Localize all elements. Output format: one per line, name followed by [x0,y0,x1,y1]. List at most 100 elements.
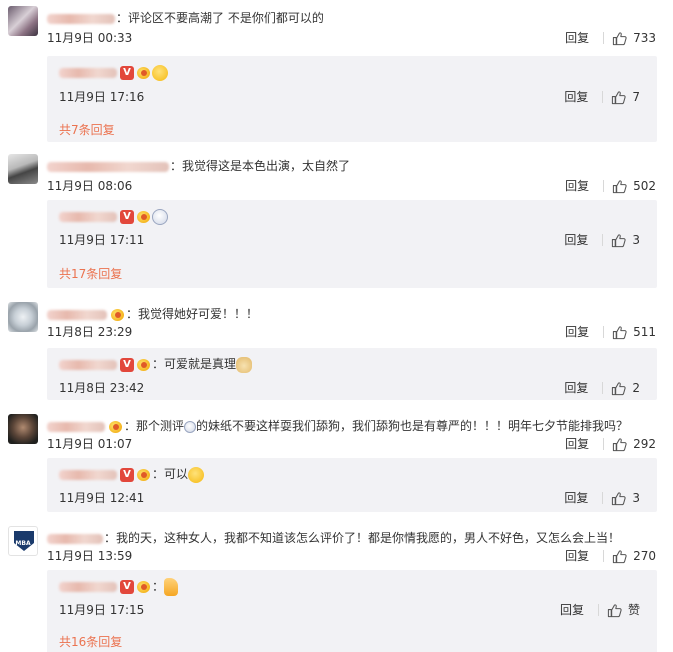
like-button[interactable]: 292 [612,436,656,452]
reply-button[interactable]: 回复 [564,490,588,506]
avatar[interactable] [8,6,38,36]
panda-emoji-icon [152,208,168,225]
thumbs-up-icon [612,437,627,452]
verified-v-icon: V [120,467,134,482]
comment-actions: 回复 292 [565,436,656,452]
reply-button[interactable]: 回复 [565,436,589,452]
like-count: 7 [632,90,640,104]
divider [603,438,605,450]
more-replies-link[interactable]: 共17条回复 [59,266,122,282]
reply-text: ：可以 [152,467,189,481]
like-button[interactable]: 3 [611,232,640,248]
more-replies-link[interactable]: 共16条回复 [59,634,122,650]
divider [602,234,604,246]
like-button[interactable]: 502 [612,178,656,194]
username-blurred[interactable] [47,161,169,172]
reply-button[interactable]: 回复 [564,232,588,248]
divider [602,492,604,504]
username-blurred[interactable] [59,67,117,78]
reply-box: V 11月9日 17:16 回复 7 共7条回复 [47,56,657,142]
comment-actions: 回复 733 [565,30,656,46]
comment-line: ：评论区不要高潮了 不是你们都可以的 [47,10,663,26]
divider [603,550,605,562]
comment-text: ：我觉得她好可爱！！！ [126,307,259,321]
doge-emoji-icon [236,356,253,373]
reply-box: V： 11月9日 17:15 回复 赞 共16条回复 [47,570,657,652]
reply-actions: 回复 7 [564,89,640,105]
avatar[interactable] [8,154,38,184]
reply-line: V [59,208,647,225]
username-blurred[interactable] [59,211,117,222]
username-blurred[interactable] [59,469,117,480]
like-button[interactable]: 733 [612,30,656,46]
thumbs-up-icon [611,233,626,248]
comment-item: ：我觉得她好可爱！！！ 11月8日 23:29 回复 511 V ：可爱就是真理 … [0,302,673,402]
like-button[interactable]: 270 [612,548,656,564]
comment-line: ：我的天，这种女人，我都不知道该怎么评价了！都是你情我愿的，男人不好色，又怎么会… [47,530,663,546]
like-count: 511 [633,325,656,339]
like-count: 733 [633,31,656,45]
reply-button[interactable]: 回复 [564,380,588,396]
like-button[interactable]: 2 [611,380,640,396]
reply-button[interactable]: 回复 [565,548,589,564]
divider [603,326,605,338]
like-button[interactable]: 511 [612,324,656,340]
reply-button[interactable]: 回复 [565,178,589,194]
thumbs-up-icon [611,90,626,105]
comment-text: ：评论区不要高潮了 不是你们都可以的 [116,11,324,25]
comment-actions: 回复 511 [565,324,656,340]
divider [597,604,599,616]
comment-item: ：评论区不要高潮了 不是你们都可以的 11月9日 00:33 回复 733 V … [0,6,673,146]
thumbs-up-icon [611,491,626,506]
thumbs-up-icon [612,179,627,194]
member-crown-icon [136,468,152,482]
member-crown-icon [136,66,152,80]
thumbs-up-icon [611,381,626,396]
username-blurred[interactable] [47,421,105,432]
like-count: 2 [632,381,640,395]
reply-line: V： [59,578,647,596]
comment-text: ：那个测评 [124,419,185,433]
reply-text: ： [152,579,165,594]
more-replies-link[interactable]: 共7条回复 [59,122,115,138]
thumbs-up-emoji-icon [164,578,179,596]
comment-line: ：我觉得她好可爱！！！ [47,306,663,322]
reply-actions: 回复 赞 [560,602,640,618]
reply-line: V [59,64,647,81]
username-blurred[interactable] [59,359,117,370]
comment-text-continued: 的妹纸不要这样耍我们舔狗，我们舔狗也是有尊严的！！！明年七夕节能排我吗？ [196,419,629,433]
like-button[interactable]: 赞 [607,602,640,618]
member-crown-icon [110,308,126,322]
comment-item: MBA ：我的天，这种女人，我都不知道该怎么评价了！都是你情我愿的，男人不好色，… [0,526,673,652]
comment-actions: 回复 270 [565,548,656,564]
member-crown-icon [136,580,152,594]
reply-button[interactable]: 回复 [565,30,589,46]
like-count: 270 [633,549,656,563]
reply-button[interactable]: 回复 [564,89,588,105]
comment-time: 11月9日 01:07 [47,437,133,451]
avatar[interactable]: MBA [8,526,38,556]
comment-line: ：我觉得这是本色出演，太自然了 [47,158,663,174]
reply-time: 11月9日 12:41 [59,491,145,505]
reply-button[interactable]: 回复 [560,602,584,618]
like-button[interactable]: 3 [611,490,640,506]
username-blurred[interactable] [47,309,107,320]
divider [603,32,605,44]
username-blurred[interactable] [47,13,115,24]
verified-v-icon: V [120,65,134,80]
avatar[interactable] [8,302,38,332]
member-crown-icon [136,358,152,372]
thumbs-up-icon [612,325,627,340]
comment-actions: 回复 502 [565,178,656,194]
username-blurred[interactable] [59,582,117,592]
reply-text: ：可爱就是真理 [152,357,237,371]
username-blurred[interactable] [47,533,103,544]
like-count: 502 [633,179,656,193]
reply-button[interactable]: 回复 [565,324,589,340]
avatar[interactable] [8,414,38,444]
member-crown-icon [136,210,152,224]
reply-line: V ：可爱就是真理 [59,356,647,373]
verified-v-icon: V [120,580,134,594]
like-button[interactable]: 7 [611,89,640,105]
reply-time: 11月9日 17:11 [59,233,145,247]
